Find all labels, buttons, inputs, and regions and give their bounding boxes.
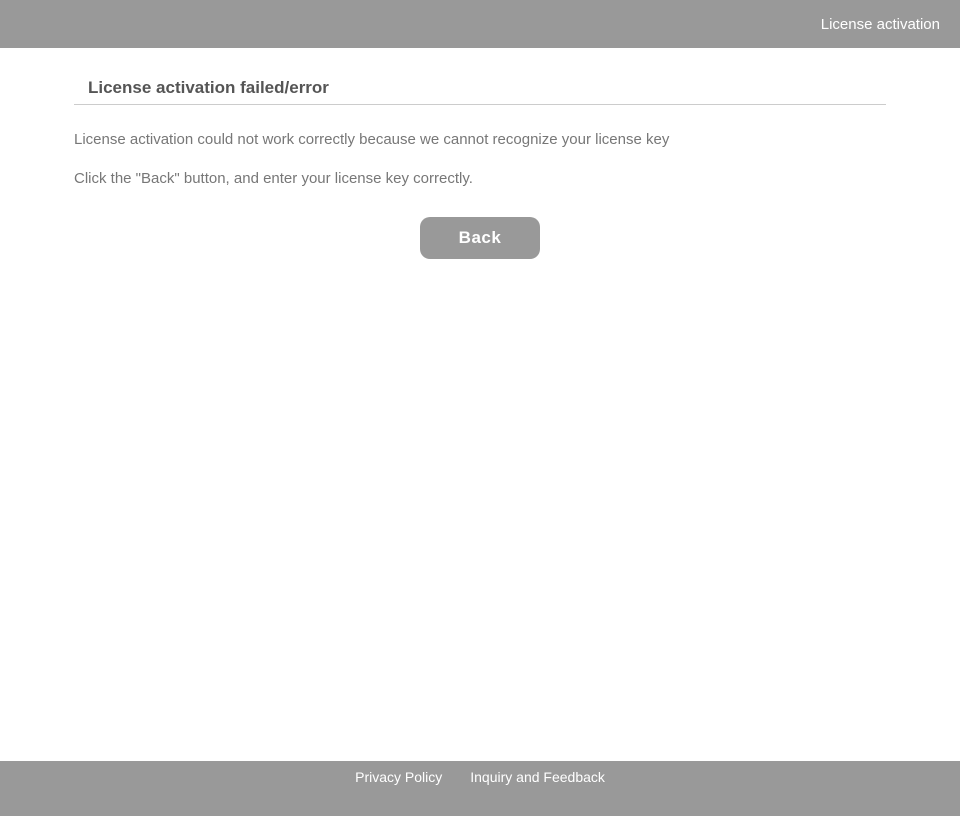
header-title: License activation — [821, 16, 940, 33]
inquiry-feedback-link[interactable]: Inquiry and Feedback — [470, 769, 605, 785]
header-bar: License activation — [0, 0, 960, 48]
error-message-line2: Click the "Back" button, and enter your … — [74, 170, 886, 187]
privacy-policy-link[interactable]: Privacy Policy — [355, 769, 442, 785]
content-area: License activation failed/error License … — [0, 48, 960, 761]
button-row: Back — [74, 217, 886, 259]
footer-bar: Privacy Policy Inquiry and Feedback — [0, 761, 960, 816]
page-title: License activation failed/error — [74, 72, 886, 105]
error-message-line1: License activation could not work correc… — [74, 131, 886, 148]
back-button[interactable]: Back — [420, 217, 540, 259]
